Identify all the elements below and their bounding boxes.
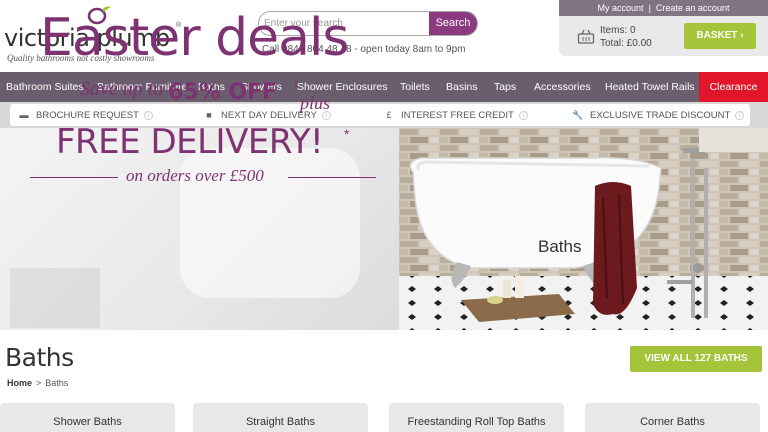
basket-total: Total: £0.00 <box>600 38 652 49</box>
bath-photo-illustration <box>399 128 768 330</box>
view-all-baths-button[interactable]: VIEW ALL 127 BATHS <box>630 346 762 372</box>
hero-title: Easter deals <box>40 8 350 68</box>
nav-item-accessories[interactable]: Accessories <box>534 72 591 102</box>
nav-item-clearance[interactable]: Clearance <box>699 72 768 102</box>
info-icon[interactable]: i <box>735 110 745 120</box>
breadcrumb-home-link[interactable]: Home <box>7 378 32 388</box>
basket-items-count: Items: 0 <box>600 25 636 36</box>
hero-free-delivery: FREE DELIVERY! <box>56 122 324 162</box>
category-tile-straight-baths[interactable]: Straight Baths <box>193 403 368 432</box>
hero-orders-text: on orders over £500 <box>126 166 264 185</box>
info-icon[interactable]: i <box>518 110 528 120</box>
hero-discount: 65% OFF <box>168 80 278 105</box>
basket-button[interactable]: BASKET › <box>684 23 756 49</box>
page-title: Baths <box>5 343 74 372</box>
usp-exclusive-trade-discount[interactable]: 🔧 EXCLUSIVE TRADE DISCOUNT i <box>572 104 745 126</box>
breadcrumb: Home > Baths <box>7 378 68 388</box>
hero-image-label: Baths <box>538 237 582 256</box>
usp-label: BROCHURE REQUEST <box>36 110 139 121</box>
usp-label: EXCLUSIVE TRADE DISCOUNT <box>590 110 731 121</box>
page: victoria plumb ® Quality bathrooms not c… <box>0 0 768 432</box>
category-tile-freestanding-roll-top-baths[interactable]: Freestanding Roll Top Baths <box>389 403 564 432</box>
breadcrumb-current: Baths <box>45 378 69 388</box>
usp-interest-free-credit[interactable]: £ INTEREST FREE CREDIT i <box>383 104 528 126</box>
create-account-link[interactable]: Create an account <box>656 3 730 13</box>
search-button[interactable]: Search <box>429 12 477 35</box>
bathroom-background-detail <box>10 268 100 328</box>
hero-bath-image[interactable] <box>399 128 768 330</box>
book-icon: ▬ <box>19 110 29 120</box>
basket-panel: Items: 0 Total: £0.00 BASKET › <box>559 16 768 56</box>
nav-item-taps[interactable]: Taps <box>494 72 516 102</box>
hero-divider-right <box>288 177 376 178</box>
hero-save-text: Save up to <box>80 78 164 100</box>
category-tile-corner-baths[interactable]: Corner Baths <box>585 403 760 432</box>
category-tile-shower-baths[interactable]: Shower Baths <box>0 403 175 432</box>
breadcrumb-separator: > <box>36 378 42 388</box>
hero-dagger-mark: † <box>293 80 299 91</box>
account-bar: My account | Create an account <box>559 0 768 16</box>
my-account-link[interactable]: My account <box>598 3 644 13</box>
basket-icon <box>577 29 595 44</box>
hero-plus-text: plus <box>300 93 331 113</box>
usp-label: INTEREST FREE CREDIT <box>401 110 514 121</box>
nav-item-bathroom-suites[interactable]: Bathroom Suites <box>6 72 84 102</box>
info-icon[interactable]: i <box>143 110 153 120</box>
nav-item-heated-towel-rails[interactable]: Heated Towel Rails <box>605 72 695 102</box>
nav-item-basins[interactable]: Basins <box>446 72 478 102</box>
hero-asterisk-mark: * <box>344 126 350 142</box>
pound-icon: £ <box>386 110 392 120</box>
account-separator: | <box>648 3 651 13</box>
wrench-icon: 🔧 <box>572 110 584 120</box>
hero-divider-left <box>30 177 118 178</box>
nav-item-toilets[interactable]: Toilets <box>400 72 430 102</box>
